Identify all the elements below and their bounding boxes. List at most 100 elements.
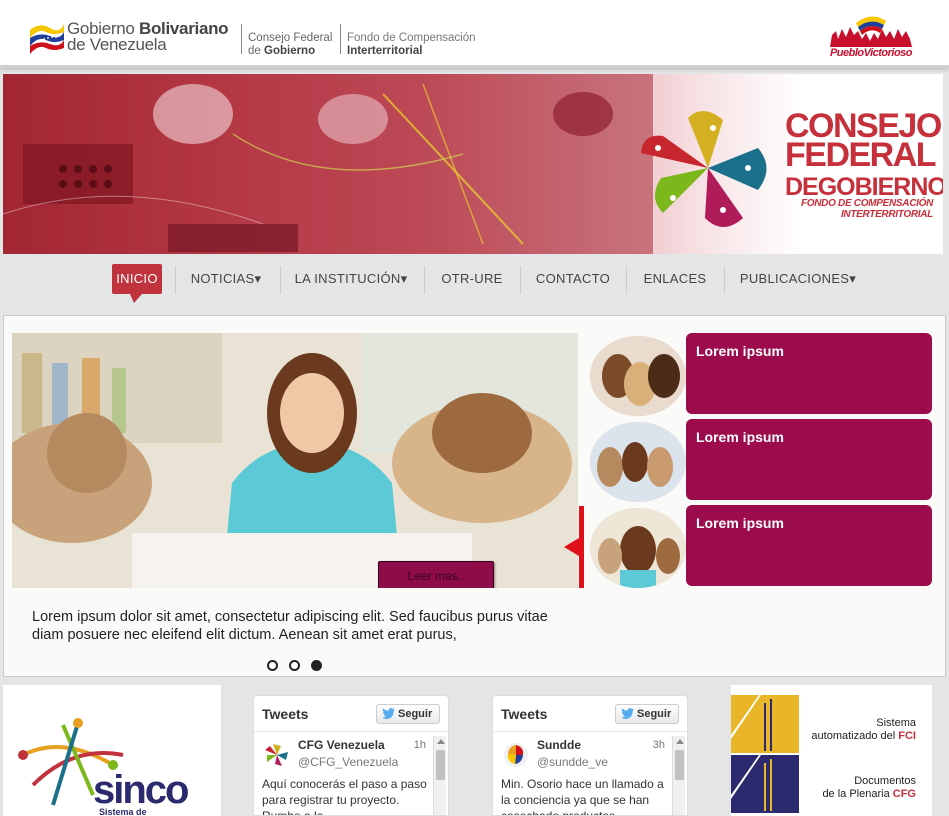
read-more-button[interactable]: Leer mas.. [378, 561, 494, 588]
nav-publicaciones[interactable]: PUBLICACIONES▾ [734, 264, 862, 294]
nav-inicio[interactable]: INICIO [112, 264, 162, 303]
nav-otr-ure[interactable]: OTR-URE [434, 264, 510, 294]
tweets-panel-2: Tweets Seguir Sundde @sundde_ve 3h Min. … [480, 685, 702, 816]
hero-banner: CONSEJO FEDERAL DEGOBIERNO FONDO DE COMP… [3, 74, 943, 254]
main-nav: INICIO NOTICIAS▾ LA INSTITUCIÓN▾ OTR-URE… [0, 254, 949, 314]
nav-divider [280, 266, 281, 294]
tweet-author-handle[interactable]: @CFG_Venezuela [298, 755, 398, 769]
link-label: Sistema automatizado del FCI [801, 717, 916, 743]
slide-image[interactable]: Leer mas.. [12, 333, 578, 588]
divider [340, 24, 341, 54]
link-label: Documentos de la Plenaria CFG [801, 775, 916, 801]
twitter-heading: Tweets [262, 706, 309, 722]
cfg-avatar-icon [265, 744, 288, 766]
slider-dot-1[interactable] [267, 660, 278, 671]
link-line2-bold: FCI [898, 730, 916, 742]
tweet-scrollbar[interactable] [433, 736, 446, 815]
banner-photo [3, 74, 653, 254]
link-sistema-fci[interactable]: Sistema automatizado del FCI [731, 695, 931, 753]
banner-title-de: DE [785, 173, 819, 201]
nav-contacto[interactable]: CONTACTO [530, 264, 616, 294]
gov-name[interactable]: Gobierno Bolivariano de Venezuela [67, 20, 229, 54]
nav-noticias[interactable]: NOTICIAS▾ [185, 264, 267, 294]
pueblo-victorioso-logo[interactable]: PuebloVictorioso [826, 11, 916, 59]
divider [241, 24, 242, 54]
fci-line1: Fondo de Compensación [347, 32, 476, 44]
featured-slider: Leer mas.. Lorem ipsum dolor sit amet, c… [3, 315, 946, 677]
nav-divider [175, 266, 176, 294]
active-indicator-arrow [564, 538, 579, 556]
cfg-line2-prefix: de [248, 45, 264, 57]
slide-tab-2[interactable]: Lorem ipsum [686, 419, 932, 500]
cfg-link[interactable]: Consejo Federal de Gobierno [248, 32, 332, 58]
slide-tab-title: Lorem ipsum [696, 343, 784, 359]
follow-button[interactable]: Seguir [376, 704, 440, 724]
banner-subtitle: FONDO DE COMPENSACIÓN INTERTERRITORIAL [785, 198, 933, 220]
tweet-author-handle[interactable]: @sundde_ve [537, 755, 608, 769]
tweet-text: Min. Osorio hace un llamado a la concien… [501, 777, 664, 816]
tweet-time[interactable]: 1h [414, 739, 426, 751]
twitter-bird-icon [382, 708, 395, 719]
twitter-widget: Tweets Seguir CFG Venezuela @CFG_Venezue… [253, 695, 449, 816]
thumb-photo [590, 508, 686, 588]
sinco-text: sinco [93, 768, 188, 812]
tweets-panel-1: Tweets Seguir CFG Venezuela @CFG_Venezue… [241, 685, 462, 816]
sinco-sublabel: Sistema de [99, 807, 147, 816]
slider-dot-2[interactable] [289, 660, 300, 671]
sinco-logo-icon: sinco [18, 718, 190, 812]
nav-la-institucion[interactable]: LA INSTITUCIÓN▾ [290, 264, 412, 294]
banner-title-line3: GOBIERNO [817, 173, 943, 201]
tweet-scrollbar[interactable] [672, 736, 685, 815]
follow-button[interactable]: Seguir [615, 704, 679, 724]
scroll-thumb[interactable] [436, 750, 445, 780]
slide-tab-title: Lorem ipsum [696, 515, 784, 531]
link-line2-bold: CFG [892, 788, 916, 800]
twitter-bird-icon [621, 708, 634, 719]
page: Gobierno Bolivariano de Venezuela Consej… [0, 0, 949, 816]
nav-divider [626, 266, 627, 294]
cfg-line1: Consejo Federal [248, 32, 333, 44]
follow-label: Seguir [637, 708, 672, 720]
slide-tab-1[interactable]: Lorem ipsum [686, 333, 932, 414]
slide-tab-3[interactable]: Lorem ipsum [686, 505, 932, 586]
top-bar: Gobierno Bolivariano de Venezuela Consej… [0, 0, 949, 68]
tweet-author-name[interactable]: Sundde [537, 738, 581, 752]
thumb-photo [590, 336, 686, 416]
cfg-star-logo-icon [641, 110, 767, 227]
slider-dot-3[interactable] [311, 660, 322, 671]
slide-thumb-3[interactable] [590, 508, 686, 588]
tweet-author-name[interactable]: CFG Venezuela [298, 738, 385, 752]
slide-caption: Lorem ipsum dolor sit amet, consectetur … [32, 609, 548, 643]
gov-name-line2: de Venezuela [67, 35, 167, 54]
scroll-up-icon[interactable] [437, 739, 445, 744]
fci-line2: Interterritorial [347, 45, 423, 57]
sundde-avatar-icon [504, 743, 528, 767]
link-line1: Sistema [876, 717, 916, 729]
scroll-thumb[interactable] [675, 750, 684, 780]
follow-label: Seguir [398, 708, 433, 720]
twitter-widget: Tweets Seguir Sundde @sundde_ve 3h Min. … [492, 695, 688, 816]
slide-photo [12, 333, 578, 588]
banner-subtitle-line1: FONDO DE COMPENSACIÓN [800, 198, 933, 209]
slide-thumb-2[interactable] [590, 422, 686, 502]
nav-divider [724, 266, 725, 294]
link-documentos-plenaria[interactable]: Documentos de la Plenaria CFG [731, 755, 931, 813]
scroll-up-icon[interactable] [676, 739, 684, 744]
slide-thumb-1[interactable] [590, 336, 686, 416]
venezuela-flag-icon [30, 24, 64, 54]
plenaria-documents-icon [731, 755, 799, 813]
link-line2-prefix: automatizado del [811, 730, 899, 742]
fci-link[interactable]: Fondo de Compensación Interterritorial [347, 32, 476, 58]
nav-divider [520, 266, 521, 294]
link-line2-prefix: de la Plenaria [822, 788, 893, 800]
nav-divider [424, 266, 425, 294]
banner-subtitle-line2: INTERTERRITORIAL [840, 209, 933, 220]
nav-enlaces[interactable]: ENLACES [636, 264, 714, 294]
banner-title: CONSEJO FEDERAL DEGOBIERNO [785, 109, 943, 202]
thumb-photo [590, 422, 686, 502]
pueblo-crowd-icon [830, 16, 912, 47]
tweet-time[interactable]: 3h [653, 739, 665, 751]
sinco-panel[interactable]: sinco sinco Sistema de [3, 685, 221, 816]
pueblo-slogan: PuebloVictorioso [829, 47, 913, 59]
active-indicator-bar [579, 506, 584, 588]
